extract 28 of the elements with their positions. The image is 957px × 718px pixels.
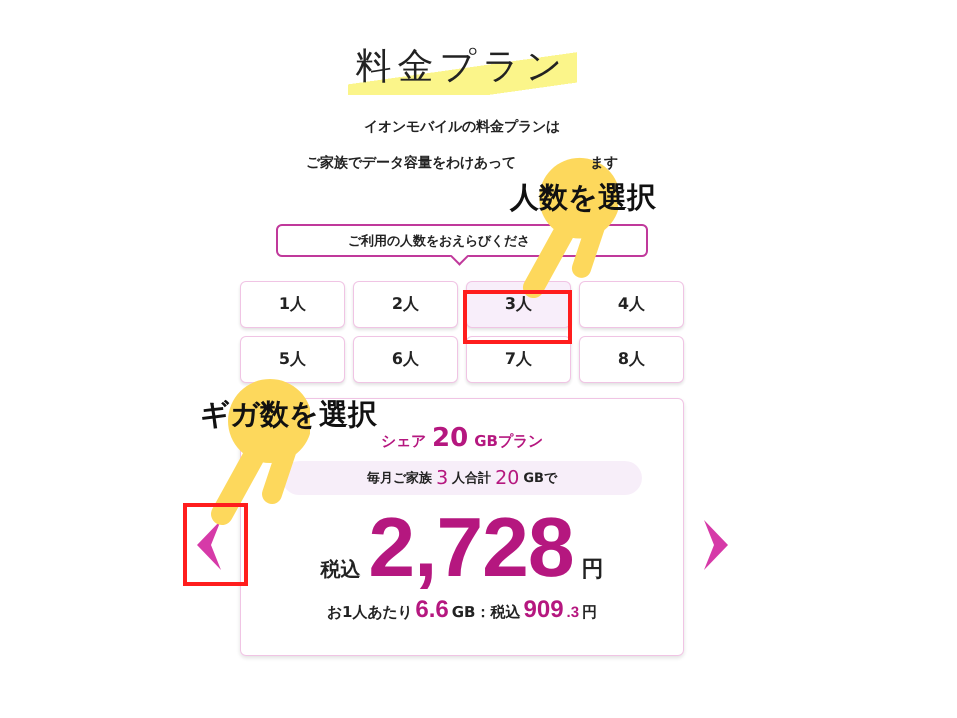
plan-gb: 20 [432, 423, 468, 453]
yen-label: 円 [582, 603, 598, 622]
people-option[interactable]: 8人 [579, 336, 684, 383]
summary-text: 毎月ご家族 [367, 470, 432, 487]
summary-number: 3 [436, 467, 448, 489]
next-arrow[interactable] [702, 520, 728, 570]
price: 2,728 [368, 499, 574, 596]
people-option[interactable]: 2人 [353, 281, 458, 328]
plan-label: GBプラン [474, 432, 543, 451]
people-option[interactable]: 1人 [240, 281, 345, 328]
prompt-text: ご利用の人数をおえらびくださ [348, 232, 530, 250]
plan-label: シェア [381, 432, 426, 451]
price-decimal: .3 [566, 604, 580, 621]
intro-text: ご家族でデータ容量をわけあって [306, 154, 516, 172]
summary-text: GBで [523, 470, 557, 487]
yen-label: 円 [582, 556, 604, 584]
tax-label: 税込 [320, 556, 360, 583]
people-option[interactable]: 4人 [579, 281, 684, 328]
per-person-gb: 6.6 [415, 596, 449, 624]
intro-text: イオンモバイルの料金プランは [364, 118, 560, 136]
summary-text: 人合計 [452, 470, 492, 487]
summary-number: 20 [495, 467, 520, 489]
per-person-price: 909 [524, 596, 564, 624]
people-option[interactable]: 6人 [353, 336, 458, 383]
people-option[interactable]: 7人 [466, 336, 571, 383]
per-person-text: お1人あたり [326, 603, 412, 622]
per-person-text: GB：税込 [452, 603, 520, 622]
people-option[interactable]: 5人 [240, 336, 345, 383]
